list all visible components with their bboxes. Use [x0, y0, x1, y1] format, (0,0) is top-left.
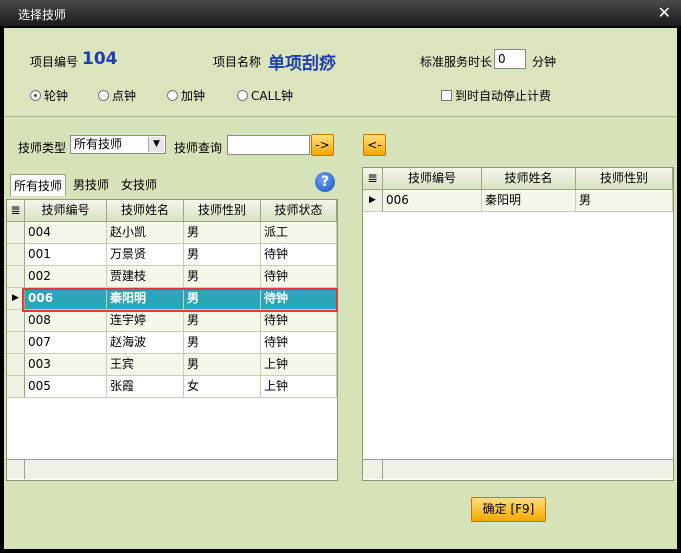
table-cell: 男 [184, 288, 261, 310]
table-cell: 男 [576, 190, 673, 212]
table-cell: 上钟 [261, 376, 337, 398]
table-row[interactable]: 008 连宇婷男待钟 [7, 310, 337, 332]
auto-stop-checkbox[interactable]: 到时自动停止计费 [441, 87, 551, 104]
window-title: 选择技师 [18, 8, 67, 22]
question-mark-icon[interactable]: ? [315, 172, 335, 192]
table-cell: 赵海波 [107, 332, 184, 354]
table-row[interactable]: 005 张霞女上钟 [7, 376, 337, 398]
divider [4, 116, 677, 117]
table-cell: 男 [184, 222, 261, 244]
column-header[interactable]: 技师姓名 [482, 168, 576, 190]
duration-label: 标准服务时长 [420, 55, 493, 69]
add-tech-button[interactable]: -> [311, 134, 334, 156]
tech-query-input[interactable] [227, 135, 310, 155]
table-cell: 连宇婷 [107, 310, 184, 332]
tech-list-table: ≣ 技师编号 技师姓名 技师性别 技师状态 004 赵小凯男派工 001 万景贤男待钟… [6, 199, 338, 481]
table-cell: 008 [25, 310, 107, 332]
row-pointer-icon[interactable]: ▶ [7, 288, 25, 310]
row-pointer-icon[interactable]: ▶ [363, 190, 383, 212]
chevron-down-icon: ▼ [148, 137, 164, 152]
table-cell: 万景贤 [107, 244, 184, 266]
table-cell: 赵小凯 [107, 222, 184, 244]
mode-radio-call[interactable]: CALL钟 [237, 87, 293, 104]
mode-radio-point[interactable]: 点钟 [98, 87, 136, 104]
table-cell: 男 [184, 332, 261, 354]
table-row[interactable]: 004 赵小凯男派工 [7, 222, 337, 244]
row-header[interactable] [7, 266, 25, 288]
table-cell: 003 [25, 354, 107, 376]
table-cell: 待钟 [261, 288, 337, 310]
table-row[interactable]: 001 万景贤男待钟 [7, 244, 337, 266]
duration-input[interactable]: 0 [494, 49, 526, 69]
table-cell: 王宾 [107, 354, 184, 376]
row-header[interactable] [7, 244, 25, 266]
column-header[interactable]: 技师编号 [383, 168, 482, 190]
close-icon[interactable]: ✕ [658, 3, 671, 22]
table-cell: 男 [184, 244, 261, 266]
table-footer [363, 459, 673, 479]
table-cell: 006 [383, 190, 482, 212]
checkbox-icon [441, 90, 452, 101]
confirm-button[interactable]: 确定 [F9] [471, 497, 546, 522]
table-cell: 男 [184, 310, 261, 332]
row-header[interactable] [7, 332, 25, 354]
table-cell: 001 [25, 244, 107, 266]
radio-icon [167, 90, 178, 101]
row-header-icon: ≣ [363, 168, 383, 190]
row-header[interactable] [7, 222, 25, 244]
table-row[interactable]: 002 贾建枝男待钟 [7, 266, 337, 288]
table-cell: 006 [25, 288, 107, 310]
tech-query-label: 技师查询 [174, 141, 223, 155]
row-header[interactable] [7, 354, 25, 376]
table-footer [7, 459, 337, 479]
table-cell: 005 [25, 376, 107, 398]
remove-tech-button[interactable]: <- [363, 134, 386, 156]
table-cell: 女 [184, 376, 261, 398]
table-cell: 男 [184, 354, 261, 376]
table-cell: 张霞 [107, 376, 184, 398]
column-header[interactable]: 技师状态 [261, 200, 337, 222]
radio-checked-icon [30, 90, 41, 101]
tech-type-select[interactable]: 所有技师 ▼ [70, 135, 166, 154]
tech-type-label: 技师类型 [18, 141, 67, 155]
mode-radio-rotation[interactable]: 轮钟 [30, 87, 68, 104]
row-header[interactable] [7, 376, 25, 398]
table-cell: 007 [25, 332, 107, 354]
table-cell: 秦阳明 [107, 288, 184, 310]
table-cell: 002 [25, 266, 107, 288]
project-number-label: 项目编号 [30, 55, 79, 69]
column-header[interactable]: 技师性别 [184, 200, 261, 222]
table-cell: 男 [184, 266, 261, 288]
row-header[interactable] [7, 310, 25, 332]
table-row[interactable]: ▶ 006 秦阳明男 [363, 190, 673, 212]
column-header[interactable]: 技师姓名 [107, 200, 184, 222]
project-name-value: 单项刮痧 [268, 54, 336, 74]
table-cell: 待钟 [261, 332, 337, 354]
tab-male-techs[interactable]: 男技师 [70, 174, 112, 195]
selected-tech-table: ≣ 技师编号 技师姓名 技师性别 ▶ 006 秦阳明男 [362, 167, 674, 481]
table-cell: 004 [25, 222, 107, 244]
table-cell: 贾建枝 [107, 266, 184, 288]
table-cell: 待钟 [261, 310, 337, 332]
project-number-value: 104 [82, 49, 118, 69]
row-header-icon: ≣ [7, 200, 25, 222]
table-cell: 待钟 [261, 244, 337, 266]
duration-unit: 分钟 [532, 55, 557, 69]
table-cell: 上钟 [261, 354, 337, 376]
tab-all-techs[interactable]: 所有技师 [10, 174, 67, 196]
table-cell: 秦阳明 [482, 190, 576, 212]
title-bar: 选择技师 ✕ [0, 0, 681, 26]
tab-female-techs[interactable]: 女技师 [118, 174, 160, 195]
table-row[interactable]: 007 赵海波男待钟 [7, 332, 337, 354]
table-cell: 待钟 [261, 266, 337, 288]
column-header[interactable]: 技师编号 [25, 200, 107, 222]
radio-icon [98, 90, 109, 101]
mode-radio-extend[interactable]: 加钟 [167, 87, 205, 104]
table-row[interactable]: ▶ 006 秦阳明男待钟 [7, 288, 337, 310]
table-row[interactable]: 003 王宾男上钟 [7, 354, 337, 376]
table-cell: 派工 [261, 222, 337, 244]
project-name-label: 项目名称 [213, 55, 262, 69]
column-header[interactable]: 技师性别 [576, 168, 673, 190]
radio-icon [237, 90, 248, 101]
